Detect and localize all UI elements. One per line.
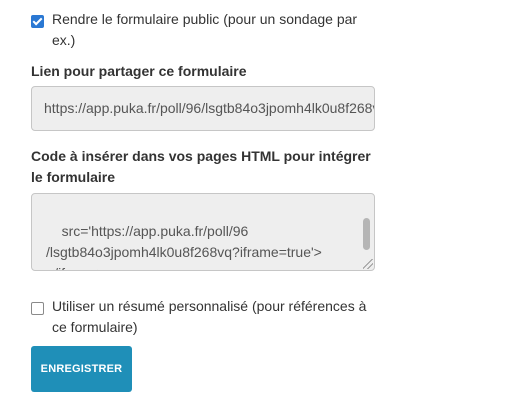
public-form-label[interactable]: Rendre le formulaire public (pour un son…: [52, 9, 375, 51]
share-link-field[interactable]: https://app.puka.fr/poll/96/lsgtb84o3jpo…: [31, 86, 375, 131]
embed-code-text: src='https://app.puka.fr/poll/96 /lsgtb8…: [46, 223, 322, 270]
embed-code-textarea[interactable]: src='https://app.puka.fr/poll/96 /lsgtb8…: [31, 193, 375, 271]
embed-code-label: Code à insérer dans vos pages HTML pour …: [31, 148, 371, 185]
share-link-label: Lien pour partager ce formulaire: [31, 63, 247, 79]
custom-summary-label[interactable]: Utiliser un résumé personnalisé (pour ré…: [52, 296, 375, 338]
resize-handle-icon[interactable]: [363, 259, 373, 269]
public-form-checkbox[interactable]: [31, 15, 44, 28]
custom-summary-option[interactable]: Utiliser un résumé personnalisé (pour ré…: [31, 296, 375, 338]
public-form-option[interactable]: Rendre le formulaire public (pour un son…: [31, 9, 375, 51]
textarea-scrollbar[interactable]: [363, 218, 370, 250]
save-button[interactable]: ENREGISTRER: [31, 346, 132, 392]
custom-summary-checkbox[interactable]: [31, 302, 44, 315]
